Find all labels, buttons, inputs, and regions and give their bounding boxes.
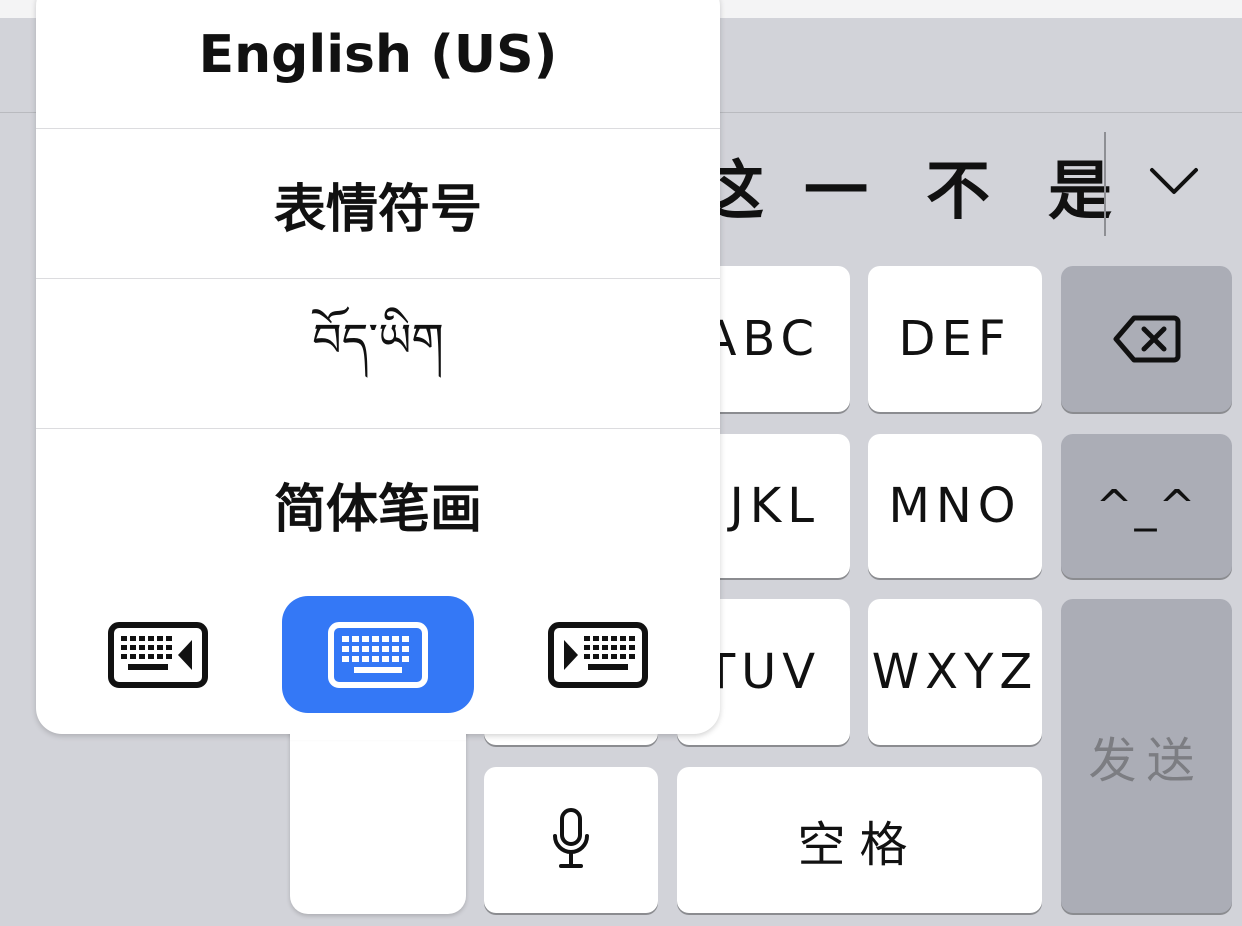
language-item[interactable]: 简体笔画 xyxy=(36,429,720,579)
send-key[interactable]: 发送 xyxy=(1061,599,1232,913)
candidate-item[interactable]: 不 xyxy=(926,152,990,232)
microphone-key[interactable] xyxy=(484,767,658,913)
key-label: WXYZ xyxy=(871,644,1039,700)
key-mno[interactable]: MNO xyxy=(868,434,1042,578)
keyboard-right-button[interactable] xyxy=(536,604,660,706)
delete-icon xyxy=(1113,315,1180,363)
keyboard-right-icon xyxy=(548,622,648,688)
key-label: 空格 xyxy=(797,817,922,873)
key-label: JKL xyxy=(729,478,820,534)
key-label: DEF xyxy=(898,311,1012,367)
delete-key[interactable] xyxy=(1061,266,1232,412)
chevron-down-icon[interactable] xyxy=(1146,160,1202,200)
keyboard-full-button[interactable] xyxy=(282,596,474,713)
language-item[interactable]: 表情符号 xyxy=(36,129,720,279)
emoticon-key[interactable]: ^_^ xyxy=(1061,434,1232,578)
key-label: 发送 xyxy=(1088,733,1205,789)
key-def[interactable]: DEF xyxy=(868,266,1042,412)
candidate-divider xyxy=(1104,132,1106,236)
key-label: ^_^ xyxy=(1095,480,1198,532)
candidate-item[interactable]: 一 xyxy=(804,152,868,232)
candidate-item[interactable]: 是 xyxy=(1048,152,1112,232)
key-label: MNO xyxy=(888,478,1022,534)
language-item[interactable]: English (US) xyxy=(36,0,720,130)
keyboard-left-button[interactable] xyxy=(96,604,220,706)
keyboard-full-icon xyxy=(328,621,428,688)
space-key[interactable]: 空格 xyxy=(677,767,1042,913)
keyboard-left-icon xyxy=(108,622,208,688)
key-label: ABC xyxy=(703,311,820,367)
language-item[interactable]: བོད་ཡིག xyxy=(36,279,720,429)
key-wxyz[interactable]: WXYZ xyxy=(868,599,1042,745)
microphone-icon xyxy=(553,808,589,868)
key-label: TUV xyxy=(705,644,822,700)
